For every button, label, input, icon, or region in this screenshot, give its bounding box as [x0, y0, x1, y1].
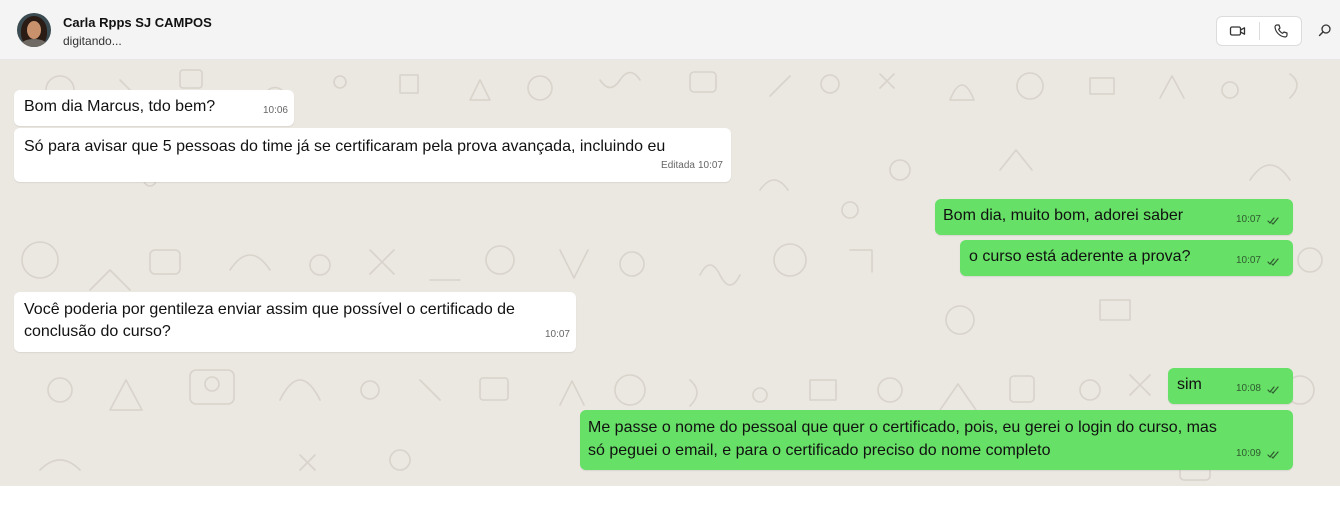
typing-status: digitando...	[63, 34, 122, 48]
contact-name[interactable]: Carla Rpps SJ CAMPOS	[63, 15, 212, 30]
message-text: sim	[1177, 376, 1202, 393]
message-bubble-incoming[interactable]: Só para avisar que 5 pessoas do time já …	[14, 128, 731, 182]
video-call-button[interactable]	[1217, 17, 1259, 45]
contact-avatar[interactable]	[17, 13, 51, 47]
message-time: 10:08	[1236, 378, 1281, 400]
message-time: 10:07	[1236, 209, 1281, 231]
read-ticks-icon	[1267, 216, 1279, 225]
message-time: 10:09	[1236, 443, 1281, 465]
message-text-line: conclusão do curso?	[24, 323, 171, 340]
search-icon	[1318, 24, 1331, 37]
message-edited-time: Editada 10:07	[661, 155, 723, 177]
search-button[interactable]	[1314, 18, 1336, 42]
voice-call-button[interactable]	[1260, 17, 1302, 45]
chat-header: Carla Rpps SJ CAMPOS digitando...	[0, 0, 1340, 60]
video-call-icon	[1229, 26, 1246, 36]
message-text: Bom dia Marcus, tdo bem?	[24, 98, 216, 115]
voice-call-icon	[1274, 24, 1288, 38]
message-text: Só para avisar que 5 pessoas do time já …	[24, 138, 666, 155]
message-text-line: só peguei o email, e para o certificado …	[588, 442, 1051, 459]
message-bubble-outgoing[interactable]: o curso está aderente a prova? 10:07	[960, 240, 1293, 276]
chat-area[interactable]: Bom dia Marcus, tdo bem? 10:06 Só para a…	[0, 60, 1340, 486]
message-text: Bom dia, muito bom, adorei saber	[943, 207, 1184, 224]
message-bubble-incoming[interactable]: Você poderia por gentileza enviar assim …	[14, 292, 576, 352]
read-ticks-icon	[1267, 257, 1279, 266]
edited-label: Editada	[661, 160, 695, 171]
message-time: 10:07	[544, 329, 570, 340]
read-ticks-icon	[1267, 450, 1279, 459]
message-time: 10:06	[262, 105, 288, 116]
message-bubble-outgoing[interactable]: sim 10:08	[1168, 368, 1293, 404]
message-bubble-outgoing[interactable]: Me passe o nome do pessoal que quer o ce…	[580, 410, 1293, 470]
message-text: o curso está aderente a prova?	[969, 248, 1191, 265]
call-button-group	[1216, 16, 1302, 46]
message-time: 10:07	[1236, 250, 1281, 272]
message-text-line: Você poderia por gentileza enviar assim …	[24, 301, 515, 318]
message-bubble-incoming[interactable]: Bom dia Marcus, tdo bem? 10:06	[14, 90, 294, 126]
read-ticks-icon	[1267, 385, 1279, 394]
message-bubble-outgoing[interactable]: Bom dia, muito bom, adorei saber 10:07	[935, 199, 1293, 235]
bottom-blank-area	[0, 486, 1340, 520]
message-text-line: Me passe o nome do pessoal que quer o ce…	[588, 419, 1217, 436]
